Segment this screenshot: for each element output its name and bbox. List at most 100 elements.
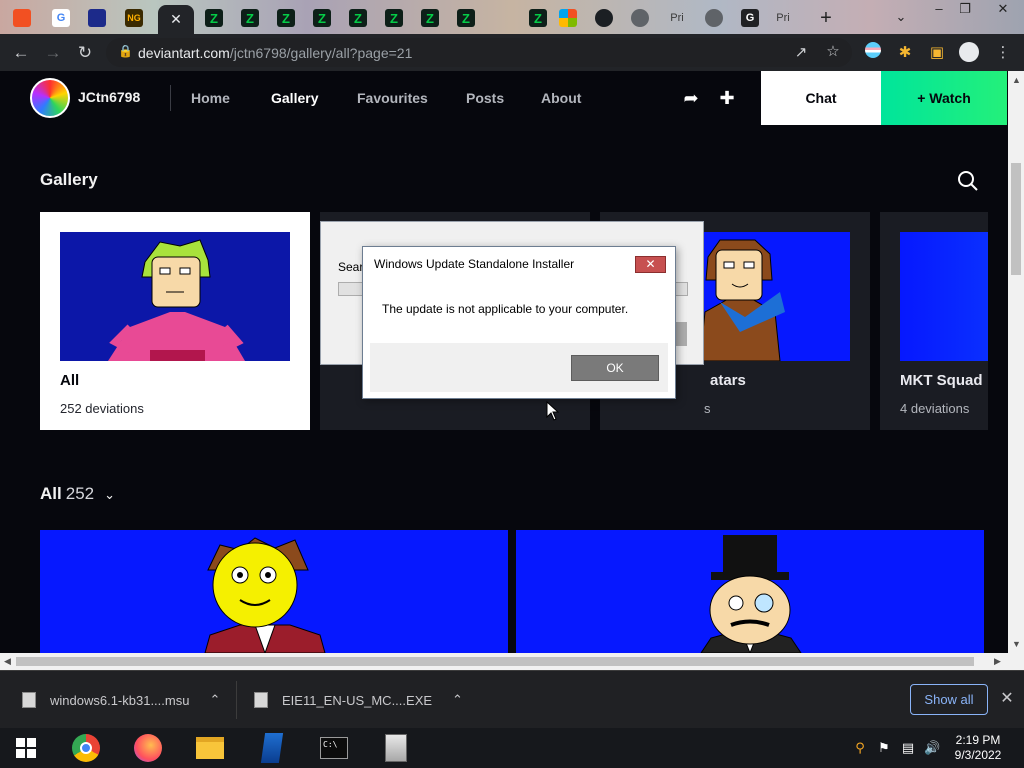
system-clock[interactable]: 2:19 PM 9/3/2022 xyxy=(944,733,1012,763)
reload-icon[interactable]: ↻ xyxy=(74,42,96,64)
window-close-icon[interactable]: ✕ xyxy=(988,0,1018,18)
tab[interactable]: Z xyxy=(268,5,304,31)
search-icon[interactable] xyxy=(956,169,980,193)
tab[interactable]: Z xyxy=(304,5,340,31)
screen: G NG ✕ Z Z Z Z Z Z Z Z Z Pri G Pri + ⌄ –… xyxy=(0,0,1024,768)
dialog-close-icon[interactable]: ✕ xyxy=(635,256,666,273)
tab[interactable]: Z xyxy=(376,5,412,31)
scroll-left-icon[interactable]: ◀ xyxy=(4,656,11,667)
gift-icon[interactable]: ✚ xyxy=(714,85,740,111)
forward-icon[interactable]: → xyxy=(42,42,64,64)
scroll-down-icon[interactable]: ▼ xyxy=(1012,639,1021,649)
username[interactable]: JCtn6798 xyxy=(78,89,140,105)
folder-name: MKT Squad xyxy=(900,372,983,389)
folder-card-mkt-squad[interactable]: MKT Squad 4 deviations xyxy=(880,212,988,430)
github-favicon-icon xyxy=(631,9,649,27)
deviantart-favicon-icon: Z xyxy=(205,9,223,27)
tab[interactable]: NG xyxy=(116,5,152,31)
nav-posts[interactable]: Posts xyxy=(466,90,504,106)
tab-search-icon[interactable]: ⌄ xyxy=(886,8,916,26)
deviantart-favicon-icon: Z xyxy=(529,9,547,27)
tab[interactable]: Z xyxy=(340,5,376,31)
horizontal-scroll-thumb[interactable] xyxy=(16,657,974,666)
deviation-card[interactable] xyxy=(40,530,508,653)
address-bar[interactable]: 🔒 deviantart.com/jctn6798/gallery/all?pa… xyxy=(106,38,852,67)
windows-start-icon[interactable] xyxy=(10,732,42,764)
tab[interactable]: Z xyxy=(412,5,448,31)
chevron-up-icon[interactable]: ⌃ xyxy=(209,692,220,708)
close-tab-icon[interactable]: ✕ xyxy=(170,11,182,28)
newgrounds-favicon-icon: NG xyxy=(125,9,143,27)
tab[interactable] xyxy=(622,5,658,31)
nav-home[interactable]: Home xyxy=(191,90,230,106)
tab[interactable]: Z xyxy=(196,5,232,31)
action-center-flag-icon[interactable]: ⚑ xyxy=(876,740,892,756)
scroll-up-icon[interactable]: ▲ xyxy=(1012,75,1021,85)
nav-gallery[interactable]: Gallery xyxy=(271,90,318,106)
folder-name: All xyxy=(60,372,80,389)
download-filename: EIE11_EN-US_MC....EXE xyxy=(282,692,433,708)
extensions-puzzle-icon[interactable]: ✱ xyxy=(894,42,916,64)
share-icon[interactable]: ➦ xyxy=(678,85,704,111)
firefox-icon[interactable] xyxy=(132,732,164,764)
watch-button[interactable]: + Watch xyxy=(881,71,1007,125)
tab[interactable]: G xyxy=(43,5,79,31)
download-item[interactable]: EIE11_EN-US_MC....EXE ⌃ xyxy=(254,671,463,729)
tab[interactable]: Pri xyxy=(766,5,800,31)
command-prompt-icon[interactable]: C:\ xyxy=(318,732,350,764)
app-icon[interactable] xyxy=(256,732,288,764)
nav-about[interactable]: About xyxy=(541,90,581,106)
network-icon[interactable]: ▤ xyxy=(900,740,916,756)
file-explorer-icon[interactable] xyxy=(194,732,226,764)
deviation-card[interactable] xyxy=(516,530,984,653)
user-avatar[interactable] xyxy=(30,78,70,118)
vertical-scroll-thumb[interactable] xyxy=(1011,163,1021,275)
folder-card-all[interactable]: All 252 deviations xyxy=(40,212,310,430)
back-icon[interactable]: ← xyxy=(10,42,32,64)
tab[interactable]: Pri xyxy=(660,5,694,31)
folder-count: 4 deviations xyxy=(900,401,970,416)
horizontal-scrollbar[interactable]: ◀ ▶ xyxy=(0,653,1024,670)
scroll-right-icon[interactable]: ▶ xyxy=(994,656,1001,667)
download-item[interactable]: windows6.1-kb31....msu ⌃ xyxy=(22,671,220,729)
tab[interactable] xyxy=(79,5,115,31)
menu-kebab-icon[interactable]: ⋮ xyxy=(992,42,1014,64)
installer-icon[interactable] xyxy=(380,732,412,764)
extension-flag-icon[interactable] xyxy=(862,42,884,64)
chrome-icon[interactable] xyxy=(70,732,102,764)
folder-count: 252 deviations xyxy=(60,401,144,416)
close-icon[interactable]: ✕ xyxy=(998,690,1016,708)
all-label: All xyxy=(40,484,62,503)
chat-button[interactable]: Chat xyxy=(761,71,881,125)
all-dropdown[interactable]: All 252 ⌄ xyxy=(40,484,115,504)
deviantart-favicon-icon: Z xyxy=(349,9,367,27)
tab[interactable]: Z xyxy=(448,5,484,31)
chevron-up-icon[interactable]: ⌃ xyxy=(452,692,463,708)
tab[interactable] xyxy=(550,5,586,31)
download-filename: windows6.1-kb31....msu xyxy=(50,692,190,708)
tab[interactable]: G xyxy=(732,5,768,31)
tab-active[interactable]: ✕ xyxy=(158,5,194,34)
bookmark-star-icon[interactable]: ☆ xyxy=(822,41,844,63)
volume-icon[interactable]: 🔊 xyxy=(924,740,940,756)
dialog-title: Windows Update Standalone Installer xyxy=(374,257,575,271)
tab[interactable] xyxy=(4,5,40,31)
new-tab-button[interactable]: + xyxy=(808,5,844,31)
side-panel-icon[interactable]: ▣ xyxy=(926,42,948,64)
restore-icon[interactable]: ❐ xyxy=(950,0,980,18)
search-tray-icon[interactable]: ⚲ xyxy=(852,740,868,756)
tab[interactable] xyxy=(586,5,622,31)
profile-avatar-icon[interactable] xyxy=(958,42,980,64)
share-icon[interactable]: ↗ xyxy=(790,42,812,64)
browser-tab-strip: G NG ✕ Z Z Z Z Z Z Z Z Z Pri G Pri + ⌄ –… xyxy=(0,0,1024,34)
url-path: /jctn6798/gallery/all?page=21 xyxy=(229,45,413,61)
divider xyxy=(236,681,237,719)
show-all-button[interactable]: Show all xyxy=(910,684,988,715)
tab[interactable] xyxy=(696,5,732,31)
ok-button[interactable]: OK xyxy=(571,355,659,381)
tab[interactable]: Z xyxy=(232,5,268,31)
chevron-down-icon: ⌄ xyxy=(104,487,116,502)
vertical-scrollbar[interactable]: ▲ ▼ xyxy=(1008,71,1024,653)
deviantart-favicon-icon: Z xyxy=(457,9,475,27)
nav-favourites[interactable]: Favourites xyxy=(357,90,428,106)
